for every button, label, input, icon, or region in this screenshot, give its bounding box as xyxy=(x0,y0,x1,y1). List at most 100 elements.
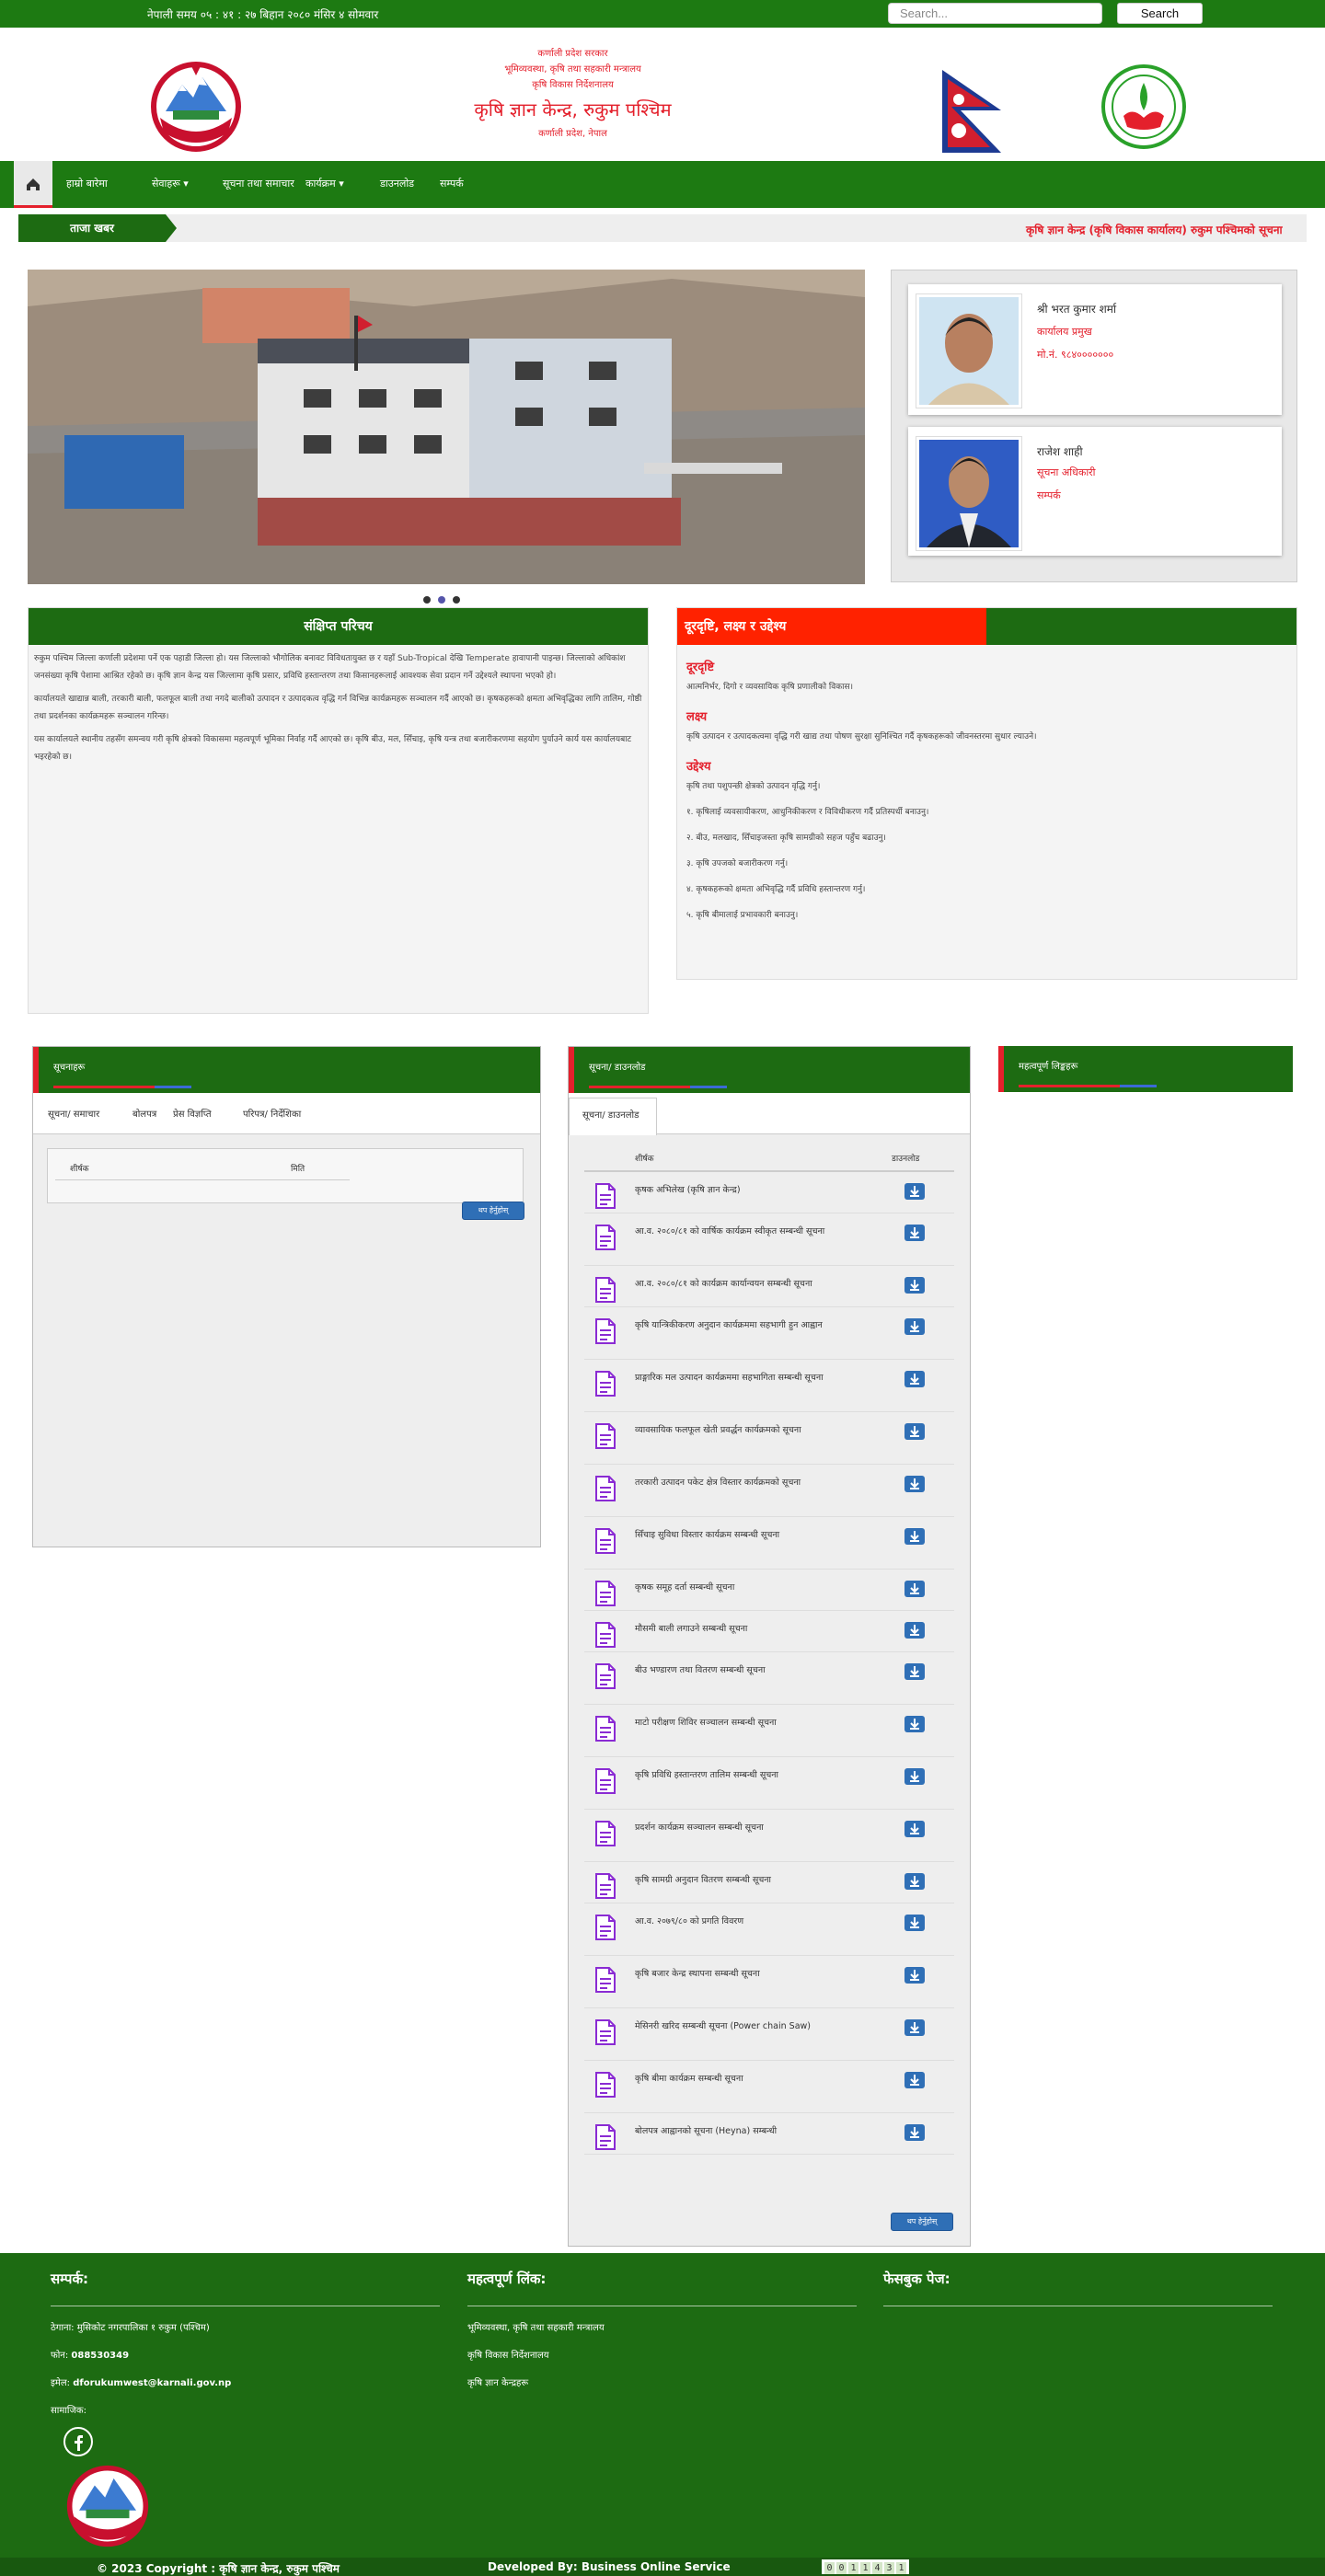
download-icon xyxy=(910,1478,919,1489)
footer-link[interactable]: कृषि विकास निर्देशनालय xyxy=(467,2348,549,2361)
download-title[interactable]: व्यावसायिक फलफूल खेती प्रवर्द्धन कार्यक्… xyxy=(635,1421,883,1439)
notices-widget: सूचनाहरू सूचना/ समाचार बोलपत्र प्रेस विज… xyxy=(32,1046,541,1547)
top-bar: नेपाली समय ०५ : ४१ : २७ बिहान २०८० मंसिर… xyxy=(0,0,1325,28)
download-title[interactable]: बोलपत्र आह्वानको सूचना (Heyna) सम्बन्धी xyxy=(635,2122,883,2140)
slider-dot-active[interactable] xyxy=(438,596,445,604)
download-button[interactable] xyxy=(904,1768,925,1785)
ticker-message[interactable]: कृषि ज्ञान केन्द्र (कृषि विकास कार्यालय)… xyxy=(1026,222,1283,237)
notices-more-button[interactable]: थप हेर्नुहोस् xyxy=(462,1202,524,1220)
download-title[interactable]: कृषि बजार केन्द्र स्थापना सम्बन्धी सूचना xyxy=(635,1965,883,1983)
footer-link[interactable]: कृषि ज्ञान केन्द्रहरू xyxy=(467,2375,528,2388)
download-title[interactable]: कृषि प्रविधि हस्तान्तरण तालिम सम्बन्धी स… xyxy=(635,1766,883,1784)
download-title[interactable]: कृषक अभिलेख (कृषि ज्ञान केन्द्र) xyxy=(635,1181,883,1199)
header-text: कर्णाली प्रदेश सरकार भूमिव्यवस्था, कृषि … xyxy=(368,46,778,142)
notices-table: शीर्षक मिति xyxy=(47,1148,524,1203)
download-title[interactable]: आ.व. २०७९/८० को प्रगति विवरण xyxy=(635,1913,883,1930)
home-button[interactable] xyxy=(14,161,52,208)
official-role: कार्यालय प्रमुख xyxy=(1037,326,1092,338)
download-title[interactable]: तरकारी उत्पादन पकेट क्षेत्र विस्तार कार्… xyxy=(635,1474,883,1491)
download-button[interactable] xyxy=(904,1183,925,1200)
nav-item-news[interactable]: सूचना तथा समाचार xyxy=(223,177,294,190)
download-title[interactable]: मौसमी बाली लगाउने सम्बन्धी सूचना xyxy=(635,1620,883,1638)
download-icon xyxy=(910,1531,919,1542)
tab-downloads[interactable]: सूचना/ डाउनलोड xyxy=(569,1098,657,1135)
footer-link[interactable]: भूमिव्यवस्था, कृषि तथा सहकारी मन्त्रालय xyxy=(467,2320,605,2333)
search-input[interactable] xyxy=(888,3,1102,24)
download-title[interactable]: कृषक समूह दर्ता सम्बन्धी सूचना xyxy=(635,1579,883,1596)
counter-digit: 1 xyxy=(860,2562,870,2574)
download-title[interactable]: कृषि यान्त्रिकीकरण अनुदान कार्यक्रममा सह… xyxy=(635,1317,883,1334)
download-title[interactable]: आ.व. २०८०/८१ को वार्षिक कार्यक्रम स्वीकृ… xyxy=(635,1223,883,1240)
download-button[interactable] xyxy=(904,1225,925,1241)
download-button[interactable] xyxy=(904,2072,925,2088)
email-label: इमेल: xyxy=(51,2378,71,2388)
download-button[interactable] xyxy=(904,1967,925,1984)
download-button[interactable] xyxy=(904,1821,925,1837)
download-title[interactable]: कृषि बीमा कार्यक्रम सम्बन्धी सूचना xyxy=(635,2070,883,2087)
slider-dot[interactable] xyxy=(453,596,460,604)
download-row: आ.व. २०८०/८१ को वार्षिक कार्यक्रम स्वीकृ… xyxy=(584,1213,954,1266)
slider-dot[interactable] xyxy=(423,596,431,604)
download-button[interactable] xyxy=(904,1371,925,1387)
download-button[interactable] xyxy=(904,1318,925,1335)
footer-links-title: महत्वपूर्ण लिंक: xyxy=(467,2271,547,2287)
tab-press[interactable]: प्रेस विज्ञप्ति xyxy=(173,1107,212,1120)
download-button[interactable] xyxy=(904,1476,925,1492)
download-icon xyxy=(910,1186,919,1197)
download-title[interactable]: प्राङ्गारिक मल उत्पादन कार्यक्रममा सहभाग… xyxy=(635,1369,883,1386)
download-row: प्राङ्गारिक मल उत्पादन कार्यक्रममा सहभाग… xyxy=(584,1360,954,1412)
footer-address: ठेगाना: मुसिकोट नगरपालिका १ रुकुम (पश्चि… xyxy=(51,2323,210,2333)
tab-circular[interactable]: परिपत्र/ निर्देशिका xyxy=(243,1107,301,1120)
download-button[interactable] xyxy=(904,1277,925,1294)
email-address[interactable]: dforukumwest@karnali.gov.np xyxy=(73,2378,231,2388)
download-row: कृषि बीमा कार्यक्रम सम्बन्धी सूचना xyxy=(584,2061,954,2113)
agriculture-logo-icon xyxy=(1101,64,1186,149)
phone-number[interactable]: 088530349 xyxy=(71,2351,129,2361)
download-title[interactable]: सिँचाइ सुविधा विस्तार कार्यक्रम सम्बन्धी… xyxy=(635,1526,883,1544)
download-title[interactable]: कृषि सामग्री अनुदान वितरण सम्बन्धी सूचना xyxy=(635,1871,883,1889)
download-row: मौसमी बाली लगाउने सम्बन्धी सूचना xyxy=(584,1611,954,1652)
document-icon xyxy=(595,2124,616,2150)
download-button[interactable] xyxy=(904,1423,925,1440)
nav-item-downloads[interactable]: डाउनलोड xyxy=(380,177,414,190)
download-icon xyxy=(910,1625,919,1636)
tab-tender[interactable]: बोलपत्र xyxy=(132,1107,156,1120)
download-button[interactable] xyxy=(904,1528,925,1545)
facebook-icon[interactable] xyxy=(63,2426,94,2457)
download-button[interactable] xyxy=(904,2019,925,2036)
main-nav: हाम्रो बारेमा सेवाहरू ▾ सूचना तथा समाचार… xyxy=(0,161,1325,208)
download-button[interactable] xyxy=(904,1663,925,1680)
download-icon xyxy=(910,1666,919,1677)
download-title[interactable]: माटो परीक्षण शिविर सञ्चालन सम्बन्धी सूचन… xyxy=(635,1714,883,1731)
search-button[interactable]: Search xyxy=(1117,3,1203,24)
download-icon xyxy=(910,1227,919,1238)
nepali-time: नेपाली समय ०५ : ४१ : २७ बिहान २०८० मंसिर… xyxy=(147,8,379,21)
tab-news[interactable]: सूचना/ समाचार xyxy=(48,1107,99,1120)
download-button[interactable] xyxy=(904,1915,925,1931)
nav-item-programs[interactable]: कार्यक्रम ▾ xyxy=(305,177,344,190)
mission-title-bar: दूरदृष्टि, लक्ष्य र उद्देश्य xyxy=(677,608,1296,645)
nav-item-contact[interactable]: सम्पर्क xyxy=(440,177,464,190)
developer-credit[interactable]: Developed By: Business Online Service xyxy=(488,2560,731,2573)
footer-contact-title: सम्पर्क: xyxy=(51,2271,88,2287)
download-title[interactable]: मेसिनरी खरिद सम्बन्धी सूचना (Power chain… xyxy=(635,2018,883,2035)
image-slider[interactable] xyxy=(28,270,865,584)
download-button[interactable] xyxy=(904,1873,925,1890)
download-button[interactable] xyxy=(904,2124,925,2141)
copyright-text: © 2023 Copyright : कृषि ज्ञान केन्द्र, र… xyxy=(97,2560,340,2576)
download-icon xyxy=(910,2075,919,2086)
download-button[interactable] xyxy=(904,1581,925,1597)
nav-item-services[interactable]: सेवाहरू ▾ xyxy=(152,177,189,190)
download-icon xyxy=(910,2127,919,2138)
document-icon xyxy=(595,1183,616,1209)
download-button[interactable] xyxy=(904,1622,925,1639)
downloads-more-button[interactable]: थप हेर्नुहोस् xyxy=(891,2213,953,2231)
download-button[interactable] xyxy=(904,1716,925,1732)
download-title[interactable]: प्रदर्शन कार्यक्रम सञ्चालन सम्बन्धी सूचन… xyxy=(635,1819,883,1836)
download-title[interactable]: बीउ भण्डारण तथा वितरण सम्बन्धी सूचना xyxy=(635,1662,883,1679)
download-title[interactable]: आ.व. २०८०/८१ को कार्यक्रम कार्यान्वयन सम… xyxy=(635,1275,883,1293)
document-icon xyxy=(595,1768,616,1794)
tab-downloads-label: सूचना/ डाउनलोड xyxy=(582,1110,639,1121)
government-emblem-icon xyxy=(151,62,241,152)
nav-item-about[interactable]: हाम्रो बारेमा xyxy=(66,177,108,190)
